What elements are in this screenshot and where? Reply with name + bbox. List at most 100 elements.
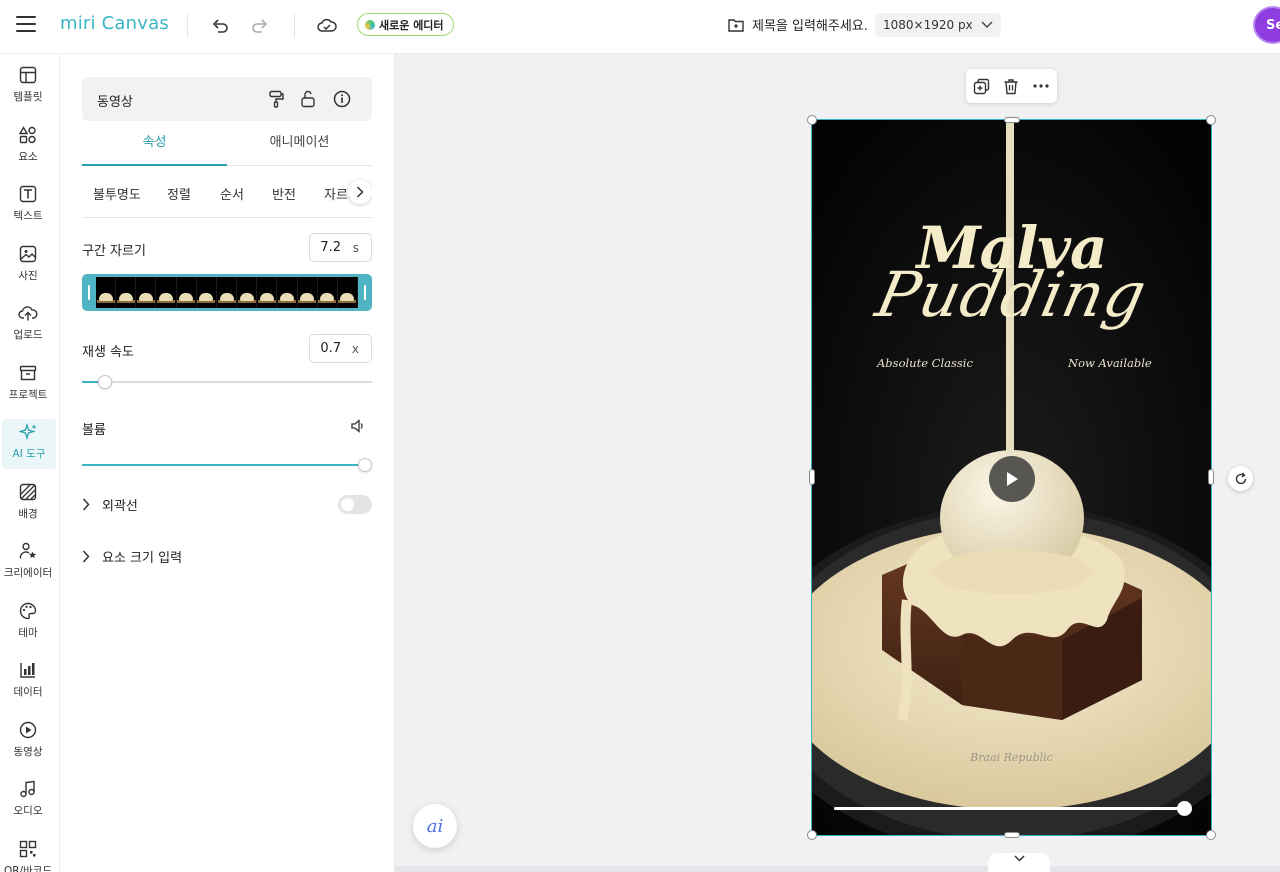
- play-button[interactable]: [989, 456, 1035, 502]
- video-frame-thumbnail: [156, 277, 177, 308]
- menu-icon[interactable]: [16, 16, 36, 34]
- rail-item-elements[interactable]: 요소: [0, 122, 56, 172]
- audio-icon: [17, 778, 39, 800]
- rail-item-template[interactable]: 템플릿: [0, 62, 56, 112]
- subtab-order[interactable]: 순서: [220, 184, 244, 203]
- rail-item-label: 동영상: [13, 745, 43, 758]
- app-logo[interactable]: miri Canvas: [60, 13, 169, 34]
- qr-icon: [17, 838, 39, 860]
- subtab-flip[interactable]: 반전: [272, 184, 296, 203]
- divider: [294, 14, 295, 38]
- rail-item-theme[interactable]: 테마: [0, 598, 56, 648]
- rail-item-upload[interactable]: 업로드: [0, 300, 56, 350]
- trim-timeline[interactable]: [82, 274, 372, 311]
- canvas-size-select[interactable]: 1080×1920 px: [875, 13, 1001, 37]
- video-frame-thumbnail: [177, 277, 197, 308]
- subtab-align[interactable]: 정렬: [167, 184, 191, 203]
- speed-label: 재생 속도: [82, 345, 134, 360]
- chevron-right-icon[interactable]: [348, 180, 372, 204]
- doc-title[interactable]: 제목을 입력해주세요.: [728, 15, 868, 34]
- resize-handle-top-left[interactable]: [807, 115, 817, 125]
- size-input-section[interactable]: 요소 크기 입력: [82, 545, 182, 567]
- creator-icon: [17, 540, 39, 562]
- chevron-down-icon: [981, 21, 993, 28]
- rail-item-ai-tools[interactable]: AI 도구: [2, 419, 56, 469]
- ai-assistant-button[interactable]: ai: [413, 804, 457, 848]
- resize-handle-left[interactable]: [809, 469, 815, 485]
- rail-item-project[interactable]: 프로젝트: [0, 360, 56, 410]
- video-frame-thumbnail: [298, 277, 318, 308]
- outline-label: 외곽선: [102, 498, 138, 514]
- trim-label: 구간 자르기: [82, 244, 146, 259]
- resize-handle-top[interactable]: [1004, 117, 1020, 123]
- more-icon[interactable]: [1031, 76, 1051, 96]
- cloud-save-icon[interactable]: [315, 14, 339, 38]
- project-icon: [17, 362, 39, 384]
- resize-handle-right[interactable]: [1208, 469, 1214, 485]
- speed-slider-thumb[interactable]: [98, 375, 113, 389]
- resize-handle-bottom-left[interactable]: [807, 830, 817, 840]
- pages-collapse-button[interactable]: [988, 853, 1050, 872]
- resize-handle-bottom[interactable]: [1004, 832, 1020, 838]
- rail-item-video[interactable]: 동영상: [0, 717, 56, 767]
- unlock-icon[interactable]: [298, 89, 318, 109]
- rail-item-audio[interactable]: 오디오: [0, 776, 56, 826]
- rail-item-label: 테마: [18, 626, 38, 639]
- rail-item-qr[interactable]: QR/바코드: [0, 836, 56, 872]
- text-icon: [17, 183, 39, 205]
- rail-item-background[interactable]: 배경: [0, 479, 56, 529]
- speaker-icon[interactable]: [350, 418, 366, 438]
- undo-icon[interactable]: [208, 14, 232, 38]
- rail-item-label: 텍스트: [13, 210, 43, 222]
- subtab-opacity[interactable]: 불투명도: [93, 184, 141, 203]
- trim-end-handle[interactable]: [364, 285, 366, 300]
- tab-animation[interactable]: 애니메이션: [227, 132, 372, 166]
- doc-title-text: 제목을 입력해주세요.: [752, 19, 868, 34]
- outline-section[interactable]: 외곽선: [82, 493, 138, 515]
- tab-properties[interactable]: 속성: [82, 132, 227, 166]
- volume-label: 볼륨: [82, 423, 106, 438]
- background-icon: [17, 481, 39, 503]
- paint-roller-icon[interactable]: [266, 89, 286, 109]
- trim-duration-field[interactable]: 7.2 s: [309, 233, 372, 262]
- rail-item-data[interactable]: 데이터: [0, 657, 56, 707]
- template-icon: [17, 64, 39, 86]
- new-editor-icon: [365, 19, 375, 30]
- rail-item-label: 요소: [18, 150, 38, 163]
- video-frame-thumbnail: [197, 277, 217, 308]
- artboard-subtitle-right: Now Available: [1068, 356, 1152, 370]
- video-progress-bar[interactable]: [834, 807, 1186, 810]
- rail-item-photo[interactable]: 사진: [0, 241, 56, 291]
- rail-item-creator[interactable]: 크리에이터: [0, 538, 56, 588]
- info-icon[interactable]: [332, 89, 352, 109]
- volume-slider-thumb[interactable]: [357, 458, 372, 472]
- video-frame-thumbnail: [217, 277, 238, 308]
- left-rail: 템플릿요소텍스트사진업로드프로젝트 AI 도구배경크리에이터테마데이터동영상오디오…: [0, 54, 60, 872]
- chevron-right-icon: [82, 497, 90, 511]
- ai-tools-icon: [18, 421, 40, 443]
- rotate-icon[interactable]: [1228, 466, 1253, 491]
- trash-icon[interactable]: [1001, 76, 1021, 96]
- resize-handle-top-right[interactable]: [1206, 115, 1216, 125]
- rail-item-label: 프로젝트: [8, 388, 48, 401]
- speed-slider[interactable]: [82, 375, 372, 389]
- volume-slider[interactable]: [82, 458, 372, 472]
- artboard-subtitle-left: Absolute Classic: [877, 356, 973, 370]
- resize-handle-bottom-right[interactable]: [1206, 830, 1216, 840]
- speed-field[interactable]: 0.7 x: [309, 334, 372, 363]
- data-icon: [17, 659, 39, 681]
- speed-unit: x: [351, 341, 359, 356]
- trim-start-handle[interactable]: [88, 285, 90, 300]
- rail-item-label: 업로드: [13, 329, 43, 341]
- folder-icon: [728, 18, 744, 32]
- rail-item-text[interactable]: 텍스트: [0, 181, 56, 231]
- upload-icon: [17, 302, 39, 324]
- outline-toggle[interactable]: [338, 495, 372, 514]
- duplicate-icon[interactable]: [971, 76, 991, 96]
- panel-tabs: 속성 애니메이션: [82, 132, 372, 166]
- avatar[interactable]: Se: [1253, 6, 1280, 44]
- speed-value: 0.7: [320, 341, 341, 356]
- new-editor-button[interactable]: 새로운 에디터: [357, 13, 454, 36]
- redo-icon[interactable]: [248, 14, 272, 38]
- artboard-video[interactable]: Malva Pudding Absolute Classic Now Avail…: [812, 120, 1211, 835]
